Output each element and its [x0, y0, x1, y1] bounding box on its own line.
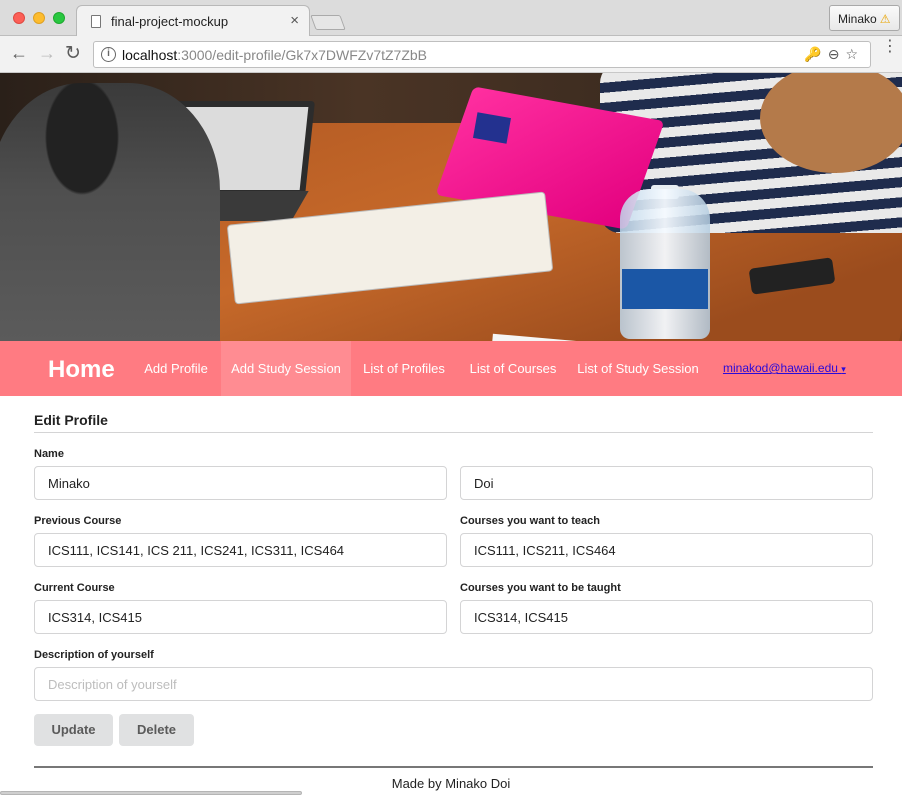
url-host: localhost [122, 47, 178, 63]
first-name-input[interactable]: Minako [34, 466, 447, 500]
description-input[interactable]: Description of yourself [34, 667, 873, 701]
hero-bottle-label [622, 269, 708, 309]
nav-add-study-session[interactable]: Add Study Session [221, 341, 351, 396]
minimize-window-button[interactable] [33, 12, 45, 24]
previous-course-label: Previous Course [34, 515, 122, 527]
new-tab-button[interactable] [310, 15, 346, 30]
teach-courses-label: Courses you want to teach [460, 515, 600, 527]
delete-button[interactable]: Delete [119, 714, 194, 746]
name-label: Name [34, 448, 64, 460]
url-text[interactable]: localhost:3000/edit-profile/Gk7x7DWFZv7t… [122, 47, 427, 63]
teach-courses-input[interactable]: ICS111, ICS211, ICS464 [460, 533, 873, 567]
close-window-button[interactable] [13, 12, 25, 24]
footer-divider [34, 766, 873, 768]
form-heading: Edit Profile [34, 412, 108, 428]
reload-icon[interactable]: ↻ [65, 42, 81, 65]
horizontal-scrollbar[interactable] [0, 791, 302, 795]
footer-text: Made by Minako Doi [391, 776, 511, 791]
heading-divider [34, 432, 873, 433]
tab-close-icon[interactable]: × [290, 12, 299, 29]
taught-courses-label: Courses you want to be taught [460, 582, 621, 594]
hero-person-left [0, 83, 220, 341]
omnibox-icons[interactable]: 🔑⊖☆ [804, 46, 864, 63]
update-button[interactable]: Update [34, 714, 113, 746]
browser-profile-button[interactable]: Minako ⚠ [829, 5, 900, 31]
page-icon [91, 15, 101, 28]
info-icon[interactable]: i [101, 47, 116, 62]
browser-tab[interactable]: final-project-mockup × [76, 5, 310, 36]
address-bar[interactable]: i localhost:3000/edit-profile/Gk7x7DWFZv… [93, 41, 871, 68]
previous-course-input[interactable]: ICS111, ICS141, ICS 211, ICS241, ICS311,… [34, 533, 447, 567]
browser-toolbar: ← → ↻ i localhost:3000/edit-profile/Gk7x… [0, 36, 902, 73]
dropdown-caret-icon: ▾ [841, 364, 846, 374]
home-link[interactable]: Home [48, 356, 115, 384]
user-menu-dropdown[interactable]: minakod@hawaii.edu ▾ [723, 361, 846, 375]
nav-list-of-courses[interactable]: List of Courses [458, 341, 568, 396]
hero-water-bottle [620, 189, 710, 339]
tab-title: final-project-mockup [111, 14, 229, 29]
user-email: minakod@hawaii.edu [723, 361, 838, 375]
browser-tab-bar: final-project-mockup × Minako ⚠ [0, 0, 902, 36]
description-label: Description of yourself [34, 649, 154, 661]
browser-menu-icon[interactable]: ⋮ [882, 39, 898, 55]
back-arrow-icon[interactable]: ← [10, 43, 28, 64]
nav-add-profile[interactable]: Add Profile [132, 341, 220, 396]
url-path: :3000/edit-profile/Gk7x7DWFZv7tZ7ZbB [177, 47, 428, 63]
taught-courses-input[interactable]: ICS314, ICS415 [460, 600, 873, 634]
current-course-input[interactable]: ICS314, ICS415 [34, 600, 447, 634]
profile-name: Minako [838, 12, 877, 26]
current-course-label: Current Course [34, 582, 115, 594]
forward-arrow-icon[interactable]: → [38, 43, 56, 64]
main-navbar: Home Add Profile Add Study Session List … [0, 341, 902, 396]
zoom-window-button[interactable] [53, 12, 65, 24]
hero-laptop-sticker [473, 112, 511, 144]
hero-image [0, 73, 902, 341]
last-name-input[interactable]: Doi [460, 466, 873, 500]
nav-list-of-profiles[interactable]: List of Profiles [352, 341, 456, 396]
nav-list-of-study-session[interactable]: List of Study Session [570, 341, 706, 396]
warning-icon: ⚠ [879, 12, 891, 26]
